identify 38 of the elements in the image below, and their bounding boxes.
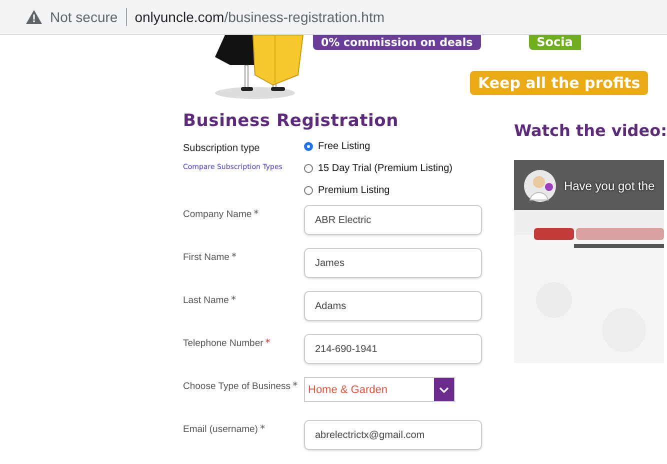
field-label: First Name — [183, 252, 230, 263]
required-mark: * — [265, 338, 270, 349]
banner: Keep all the profits — [470, 71, 648, 95]
required-mark: * — [260, 424, 265, 435]
field-label: Subscription type — [183, 143, 261, 154]
field-label: Choose Type of Business — [183, 381, 291, 392]
chevron-down-icon[interactable] — [434, 378, 454, 401]
avatar-icon[interactable] — [524, 170, 556, 202]
option-label: 15 Day Trial (Premium Listing) — [318, 163, 452, 174]
radio-button[interactable] — [304, 186, 313, 195]
input-field[interactable]: abrelectrictx@gmail.com — [304, 420, 482, 450]
video-title[interactable]: Have you got the — [564, 179, 655, 193]
required-mark: * — [230, 295, 236, 306]
field-label: Company Name — [183, 209, 252, 220]
required-mark: * — [292, 381, 298, 392]
banner: 0% commission on deals — [313, 35, 481, 50]
required-mark: * — [254, 209, 259, 220]
warning-icon — [26, 10, 42, 24]
business-type-dropdown[interactable]: Home & Garden — [304, 377, 455, 402]
field-label: Last Name — [183, 295, 229, 306]
radio-button[interactable] — [304, 142, 313, 151]
input-field[interactable]: Adams — [304, 291, 482, 321]
video-player[interactable]: Have you got the — [514, 160, 664, 363]
security-label: Not secure — [50, 9, 118, 25]
video-heading: Watch the video: — [514, 121, 667, 140]
banner: Socia — [528, 35, 581, 50]
option-label: Free Listing — [318, 141, 370, 152]
input-field[interactable]: 214-690-1941 — [304, 334, 482, 364]
required-mark: * — [231, 252, 236, 263]
option-label: Premium Listing — [318, 185, 390, 196]
form-title: Business Registration — [183, 111, 400, 131]
field-label: Email (username) — [183, 424, 258, 435]
input-field[interactable]: James — [304, 248, 482, 278]
url-text: onlyuncle.com/business-registration.htm — [134, 9, 384, 25]
radio-button[interactable] — [304, 164, 313, 173]
field-label: Telephone Number — [183, 338, 264, 349]
address-bar[interactable]: Not secure onlyuncle.com/business-registration.htm — [0, 0, 667, 35]
input-field[interactable]: ABR Electric — [304, 205, 482, 235]
